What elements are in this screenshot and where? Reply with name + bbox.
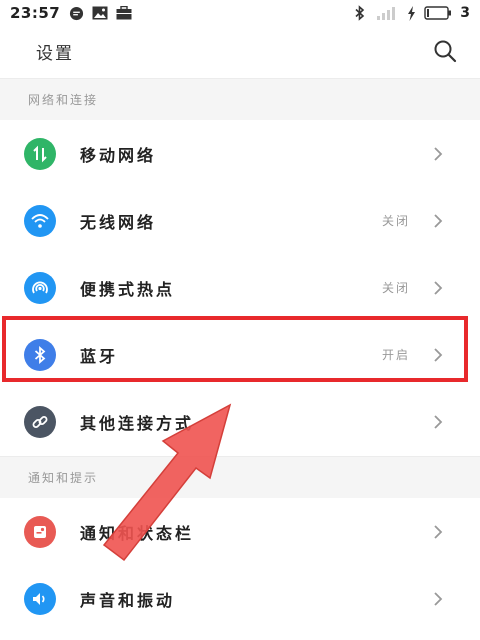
search-button[interactable] [430, 36, 460, 66]
settings-row-notifications[interactable]: 通知和状态栏 [0, 498, 480, 565]
status-time: 23:57 [10, 4, 61, 22]
row-label: 通知和状态栏 [80, 523, 195, 543]
charging-icon [406, 5, 416, 21]
notification-icon [24, 515, 56, 548]
chevron-right-icon [432, 413, 444, 431]
settings-row-mobile-network[interactable]: 移动网络 [0, 120, 480, 187]
chevron-right-icon [432, 346, 444, 364]
row-label: 其他连接方式 [80, 413, 195, 433]
status-icons-left [68, 5, 132, 21]
settings-row-bluetooth[interactable]: 蓝牙 开启 [0, 321, 480, 388]
section-header-network: 网络和连接 [0, 78, 480, 120]
wifi-icon [24, 204, 56, 237]
app-header: 设置 [0, 26, 480, 76]
battery-level: 3 [460, 5, 470, 21]
chat-bubble-icon [68, 5, 84, 21]
mobile-data-icon [24, 137, 56, 170]
chevron-right-icon [432, 212, 444, 230]
chevron-right-icon [432, 590, 444, 608]
section-header-notifications: 通知和提示 [0, 456, 480, 498]
sound-icon [24, 582, 56, 615]
signal-icon [376, 5, 398, 21]
chevron-right-icon [432, 145, 444, 163]
section-title: 网络和连接 [28, 93, 99, 107]
settings-row-other-connections[interactable]: 其他连接方式 [0, 388, 480, 455]
row-label: 便携式热点 [80, 279, 176, 299]
section-title: 通知和提示 [28, 471, 99, 485]
row-label: 无线网络 [80, 212, 157, 232]
briefcase-icon [116, 5, 132, 21]
image-message-icon [92, 5, 108, 21]
row-status-value: 开启 [381, 348, 410, 362]
link-icon [24, 405, 56, 438]
bluetooth-icon [352, 5, 368, 21]
hotspot-icon [24, 271, 56, 304]
status-bar: 23:57 3 [0, 0, 480, 26]
battery-icon [424, 5, 452, 21]
settings-row-sound[interactable]: 声音和振动 [0, 565, 480, 632]
chevron-right-icon [432, 279, 444, 297]
bluetooth-icon [24, 338, 56, 371]
settings-row-wifi[interactable]: 无线网络 关闭 [0, 187, 480, 254]
row-label: 蓝牙 [80, 346, 119, 366]
row-status-value: 关闭 [381, 281, 410, 295]
row-label: 声音和振动 [80, 590, 176, 610]
row-status-value: 关闭 [381, 214, 410, 228]
page-title: 设置 [36, 43, 74, 64]
status-icons-right: 3 [352, 5, 470, 21]
chevron-right-icon [432, 523, 444, 541]
search-icon [434, 40, 457, 63]
row-label: 移动网络 [80, 145, 157, 165]
settings-row-hotspot[interactable]: 便携式热点 关闭 [0, 254, 480, 321]
